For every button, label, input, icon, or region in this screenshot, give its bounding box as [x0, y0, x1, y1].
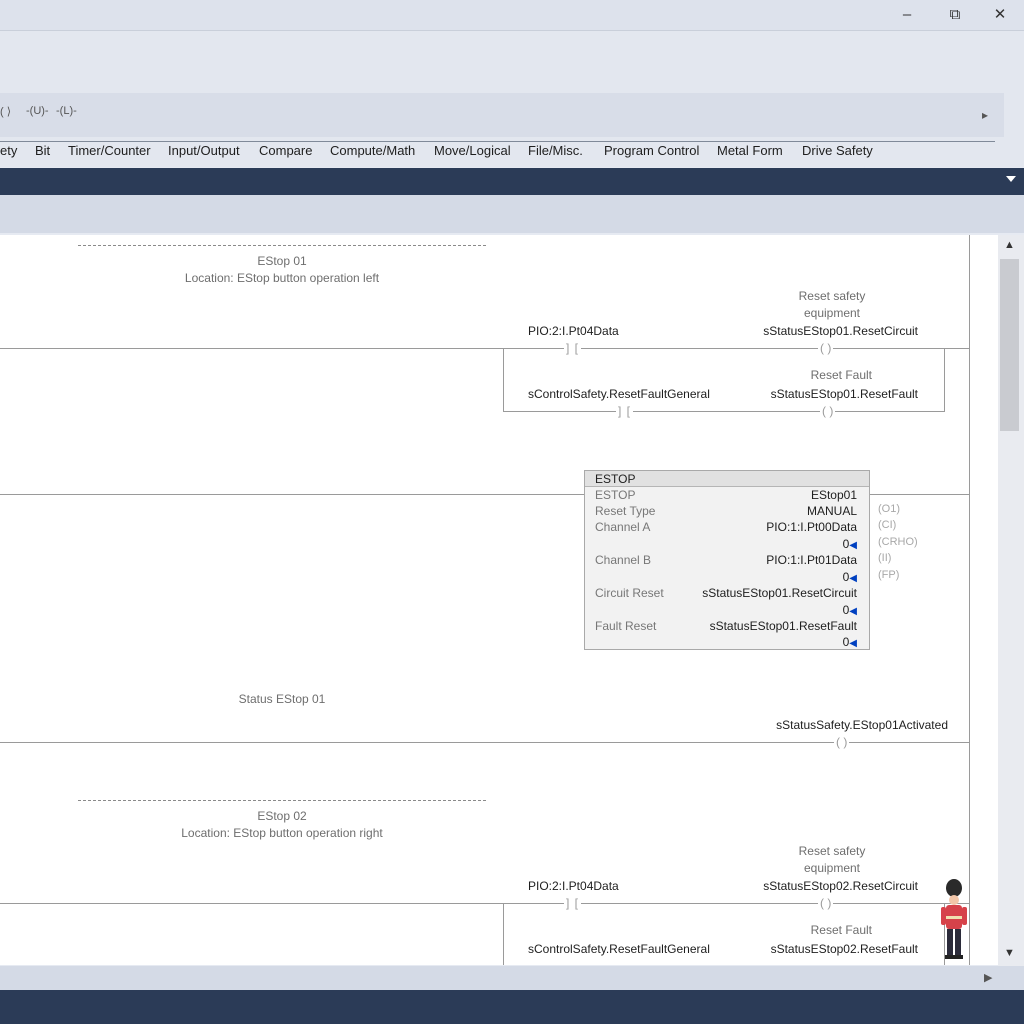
output-pin: (FP)	[878, 569, 900, 581]
close-button[interactable]: ✕	[985, 4, 1015, 26]
block-param-label: Fault Reset	[595, 619, 657, 633]
coil-description: Reset safety	[798, 289, 866, 303]
instr-partial-icon[interactable]: ( ⟩	[0, 105, 11, 118]
branch-wire	[503, 411, 945, 412]
tab-file-misc[interactable]: File/Misc.	[528, 143, 583, 158]
output-pin: (CRHO)	[878, 536, 918, 548]
block-param-zero: 0◀	[842, 570, 857, 584]
rung-location: Location: EStop button operation right	[181, 826, 383, 840]
tab-input-output[interactable]: Input/Output	[168, 143, 240, 158]
coil-description: Reset Fault	[810, 368, 872, 382]
tab-compute-math[interactable]: Compute/Math	[330, 143, 415, 158]
coil-tag[interactable]: sStatusEStop02.ResetFault	[700, 942, 918, 956]
tab-drive-safety[interactable]: Drive Safety	[802, 143, 873, 158]
block-param-value[interactable]: MANUAL	[807, 504, 857, 518]
coil-description: Reset safety	[798, 844, 866, 858]
coil-tag[interactable]: sStatusEStop01.ResetCircuit	[700, 324, 918, 338]
tab-timer-counter[interactable]: Timer/Counter	[68, 143, 151, 158]
block-param-value[interactable]: PIO:1:I.Pt00Data	[766, 520, 857, 534]
value-arrow-icon: ◀	[849, 638, 857, 649]
rung-wire	[0, 742, 970, 743]
contact-tag[interactable]: sControlSafety.ResetFaultGeneral	[528, 387, 710, 401]
minimize-button[interactable]: –	[892, 4, 922, 26]
coil-description: equipment	[803, 306, 861, 320]
coil-description: equipment	[803, 861, 861, 875]
estop-instruction-block[interactable]: ESTOP ESTOP EStop01 Reset Type MANUAL Ch…	[584, 470, 870, 650]
branch-left	[503, 348, 504, 411]
rung-wire	[870, 494, 970, 495]
block-param-value[interactable]: sStatusEStop01.ResetFault	[710, 619, 857, 633]
horizontal-scrollbar[interactable]: ▶	[0, 966, 1024, 990]
dropdown-icon[interactable]	[1006, 176, 1016, 182]
ote-coil[interactable]: ( )	[820, 404, 836, 418]
editor-header-bar	[0, 168, 1024, 195]
right-power-rail	[969, 235, 970, 965]
tabs-divider	[0, 141, 995, 142]
rung-location: Location: EStop button operation left	[184, 271, 380, 285]
block-param-zero: 0◀	[842, 537, 857, 551]
block-param-label: Channel A	[595, 520, 651, 534]
scroll-down-icon[interactable]: ▼	[1004, 947, 1015, 959]
toolbar-scroll-right-icon[interactable]: ▸	[982, 108, 988, 122]
instruction-toolbar	[0, 93, 1004, 137]
rung-wire	[0, 494, 584, 495]
ote-coil[interactable]: ( )	[818, 341, 834, 355]
contact-tag[interactable]: sControlSafety.ResetFaultGeneral	[528, 942, 710, 956]
coil-tag[interactable]: sStatusEStop01.ResetFault	[700, 387, 918, 401]
estop-block-header: ESTOP	[585, 471, 869, 487]
branch-right	[944, 348, 945, 411]
scroll-thumb[interactable]	[1000, 259, 1019, 431]
rung-title: EStop 02	[257, 809, 307, 823]
unlatch-coil-icon[interactable]: -(U)-	[26, 105, 49, 117]
title-bar: – ⧉ ✕	[0, 0, 1024, 31]
output-pin: (O1)	[878, 503, 900, 515]
output-pin: (II)	[878, 552, 892, 564]
scroll-up-icon[interactable]: ▲	[1004, 239, 1015, 251]
output-pin: (CI)	[878, 519, 897, 531]
editor-tab-strip	[0, 195, 1024, 233]
branch-left	[503, 903, 504, 965]
tab-safety[interactable]: ety	[0, 143, 17, 158]
block-param-label: Channel B	[595, 553, 652, 567]
rung-comment-divider	[78, 245, 486, 246]
coil-description: Reset Fault	[810, 923, 872, 937]
vertical-scrollbar[interactable]: ▲ ▼	[998, 235, 1024, 967]
block-param-zero: 0◀	[842, 635, 857, 649]
contact-tag[interactable]: PIO:2:I.Pt04Data	[528, 879, 619, 893]
rung-comment-divider	[78, 800, 486, 801]
block-param-label: Reset Type	[595, 504, 656, 518]
ote-coil[interactable]: ( )	[818, 896, 834, 910]
xic-contact[interactable]: ] [	[616, 404, 634, 418]
value-arrow-icon: ◀	[849, 606, 857, 617]
block-param-label: ESTOP	[595, 488, 636, 502]
scroll-right-icon[interactable]: ▶	[984, 971, 992, 984]
latch-coil-icon[interactable]: -(L)-	[56, 105, 77, 117]
value-arrow-icon: ◀	[849, 540, 857, 551]
restore-button[interactable]: ⧉	[940, 4, 970, 26]
contact-tag[interactable]: PIO:2:I.Pt04Data	[528, 324, 619, 338]
block-param-value[interactable]: sStatusEStop01.ResetCircuit	[702, 586, 857, 600]
status-bar	[0, 990, 1024, 1024]
ladder-editor[interactable]: EStop 01 Location: EStop button operatio…	[0, 235, 998, 965]
ote-coil[interactable]: ( )	[834, 735, 850, 749]
block-param-value[interactable]: PIO:1:I.Pt01Data	[766, 553, 857, 567]
block-param-value[interactable]: EStop01	[811, 488, 857, 502]
tab-bit[interactable]: Bit	[35, 143, 50, 158]
block-param-zero: 0◀	[842, 603, 857, 617]
coil-tag[interactable]: sStatusEStop02.ResetCircuit	[700, 879, 918, 893]
xic-contact[interactable]: ] [	[564, 896, 582, 910]
tab-compare[interactable]: Compare	[259, 143, 312, 158]
block-param-label: Circuit Reset	[595, 586, 664, 600]
xic-contact[interactable]: ] [	[564, 341, 582, 355]
guard-figure-icon	[941, 879, 967, 959]
rung-title: EStop 01	[257, 254, 307, 268]
value-arrow-icon: ◀	[849, 573, 857, 584]
rung-comment: Status EStop 01	[238, 692, 326, 706]
tab-move-logical[interactable]: Move/Logical	[434, 143, 511, 158]
tab-program-control[interactable]: Program Control	[604, 143, 699, 158]
coil-tag[interactable]: sStatusSafety.EStop01Activated	[700, 718, 948, 732]
tab-metal-form[interactable]: Metal Form	[717, 143, 783, 158]
